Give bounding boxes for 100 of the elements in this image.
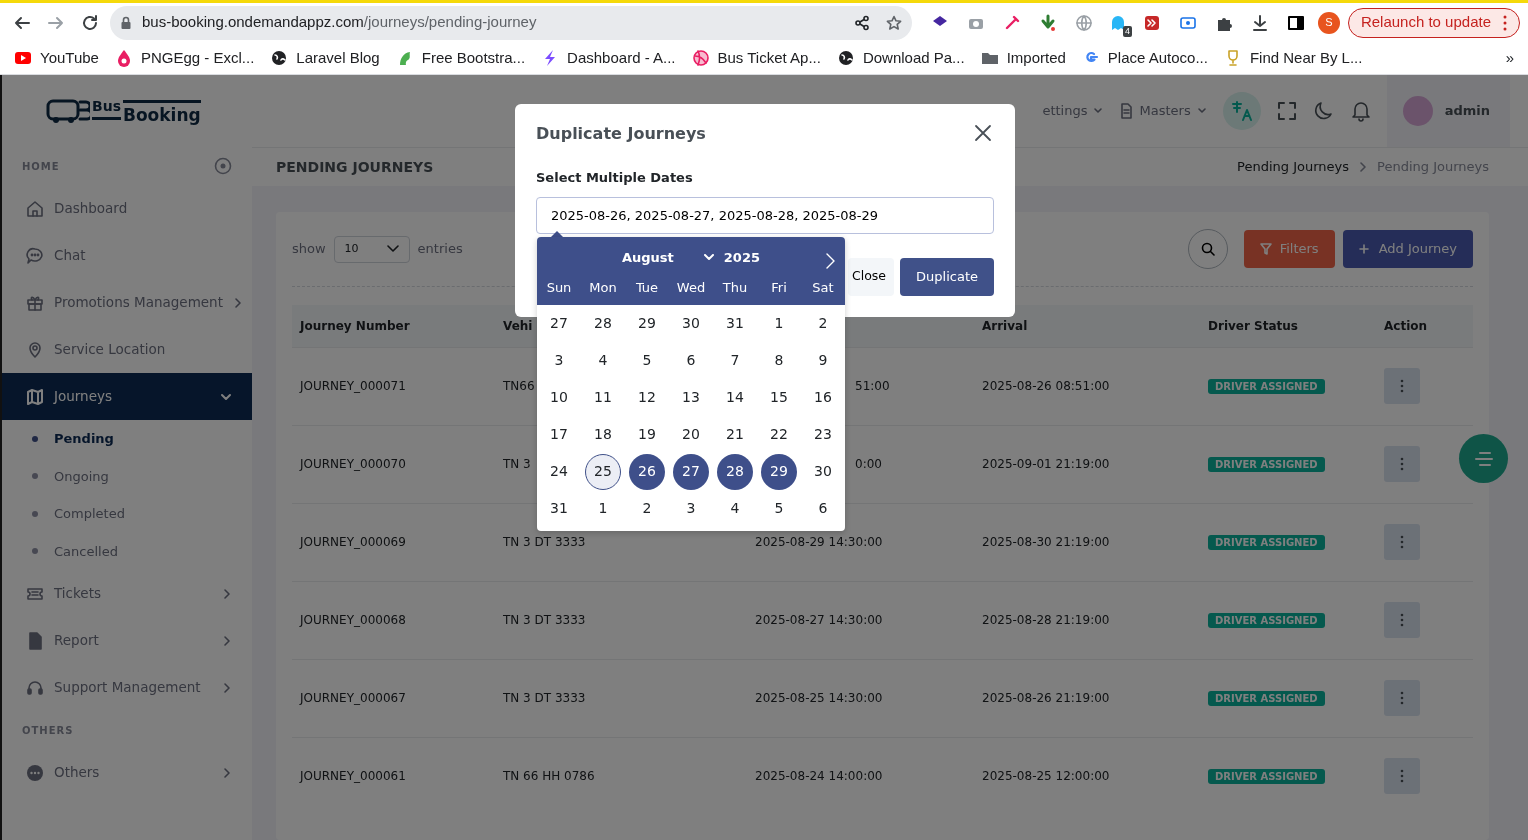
calendar-day[interactable]: 3 [673,490,709,527]
calendar-day[interactable]: 30 [673,305,709,342]
address-bar[interactable]: bus-booking.ondemandappz.com/journeys/pending-journey [110,5,912,40]
calendar-day[interactable]: 12 [629,379,665,416]
calendar-day[interactable]: 31 [717,305,753,342]
bullet-dot [32,473,38,480]
calendar-day[interactable]: 11 [585,379,621,416]
calendar-day[interactable]: 17 [541,416,577,453]
bookmark-link[interactable]: Dashboard - A... [541,46,676,70]
calendar-day[interactable]: 6 [673,342,709,379]
table-cell: JOURNEY_000068 [300,613,406,627]
calendar-day[interactable]: 28 [717,453,753,490]
translate-button[interactable] [1222,92,1261,130]
month-select[interactable]: August [622,248,714,268]
star-icon [885,14,902,31]
status-badge: DRIVER ASSIGNED [1208,613,1325,628]
globe-icon [1074,13,1093,32]
calendar-day[interactable]: 19 [629,416,665,453]
weekday-label: Sat [811,279,835,298]
calendar-day[interactable]: 2 [629,490,665,527]
more-bookmarks-button[interactable]: » [1505,46,1514,70]
bookmark-link[interactable]: Imported [980,46,1066,70]
calendar-day[interactable]: 5 [629,342,665,379]
status-badge: DRIVER ASSIGNED [1208,535,1325,550]
status-badge: DRIVER ASSIGNED [1208,379,1325,394]
calendar-day[interactable]: 24 [541,453,577,490]
bookmark-link[interactable]: Place Autoco... [1081,46,1208,70]
calendar-day[interactable]: 28 [585,305,621,342]
calendar-day[interactable]: 14 [717,379,753,416]
calendar-day[interactable]: 4 [717,490,753,527]
calendar-day[interactable]: 20 [673,416,709,453]
calendar-day[interactable]: 2 [805,305,841,342]
bookmark-link[interactable]: PNGEgg - Excl... [114,46,255,70]
search-button[interactable] [1187,229,1228,269]
bookmark-link[interactable]: Free Bootstra... [395,46,526,70]
weekday-label: Thu [721,279,749,298]
calendar-day[interactable]: 5 [761,490,797,527]
bullet-dot [32,510,38,517]
house-icon [26,199,44,218]
calendar-day[interactable]: 25 [585,453,621,490]
calendar-day[interactable]: 26 [629,453,665,490]
ball-icon [691,49,710,67]
calendar-day[interactable]: 30 [805,453,841,490]
column-header: Vehi [503,318,533,333]
translate-icon [1230,100,1253,122]
close-dialog-button[interactable]: Close [848,257,895,296]
calendar-day[interactable]: 6 [805,490,841,527]
bookmark-link[interactable]: Find Near By L... [1223,46,1363,70]
fullscreen-icon [1276,101,1297,121]
dates-input-field[interactable]: 2025-08-26, 2025-08-27, 2025-08-28, 2025-08-29 [536,196,994,234]
calendar-day[interactable]: 29 [629,305,665,342]
calendar-day[interactable]: 9 [805,342,841,379]
url-text: bus-booking.ondemandappz.com/journeys/pending-journey [142,12,537,33]
calendar-day[interactable]: 4 [585,342,621,379]
submenu-item[interactable]: Pending [2,420,252,458]
bookmark-link[interactable]: Laravel Blog [270,46,380,70]
calendar-day[interactable]: 8 [761,342,797,379]
calendar-day[interactable]: 16 [805,379,841,416]
chevron-down-icon [386,245,399,253]
lock-icon [120,15,132,30]
extension-button[interactable]: 4 [1105,8,1130,37]
calendar-day[interactable]: 21 [717,416,753,453]
page-size-select[interactable]: 10 [333,235,410,263]
bookmark-link[interactable]: YouTube [14,46,99,70]
table-cell: TN 66 HH 0786 [503,769,595,784]
menu-lines-icon [1472,450,1495,467]
close-button[interactable] [974,124,994,144]
section-heading: HOME [22,159,60,174]
calendar-day[interactable]: 22 [761,416,797,453]
calendar-day[interactable]: 1 [761,305,797,342]
table-cell: JOURNEY_000071 [300,379,406,393]
bookmark-link[interactable]: Download Pa... [836,46,965,70]
breadcrumb-item[interactable]: Pending Journeys [1237,157,1350,177]
calendar-day[interactable]: 3 [541,342,577,379]
weekday-label: Wed [675,279,707,298]
table-cell: 2025-08-25 12:00:00 [982,769,1110,784]
year-field[interactable]: 2025 [723,248,760,268]
calendar-day[interactable]: 27 [541,305,577,342]
table-cell: 2025-08-26 08:51:00 [982,379,1110,393]
calendar-day[interactable]: 18 [585,416,621,453]
profile-avatar[interactable]: S [1317,11,1340,34]
duplicate-button[interactable]: Duplicate [900,257,994,296]
bullet-dot [32,435,38,442]
sidebar-item[interactable]: Journeys [2,373,252,420]
next-month-button[interactable] [826,253,835,269]
calendar-day[interactable]: 10 [541,379,577,416]
chevron-right-icon [222,682,232,695]
calendar-day[interactable]: 1 [585,490,621,527]
calendar-day[interactable]: 27 [673,453,709,490]
table-cell: TN 3 DT 3333 [503,535,586,549]
calendar-day[interactable]: 23 [805,416,841,453]
table-cell: JOURNEY_000067 [300,691,406,705]
relaunch-button[interactable]: Relaunch to update [1347,7,1520,38]
bookmark-link[interactable]: Bus Ticket Ap... [691,46,821,70]
calendar-day[interactable]: 29 [761,453,797,490]
calendar-day[interactable]: 7 [717,342,753,379]
calendar-day[interactable]: 15 [761,379,797,416]
calendar-day[interactable]: 31 [541,490,577,527]
calendar-day[interactable]: 13 [673,379,709,416]
table-cell: 2025-08-26 21:19:00 [982,691,1110,705]
